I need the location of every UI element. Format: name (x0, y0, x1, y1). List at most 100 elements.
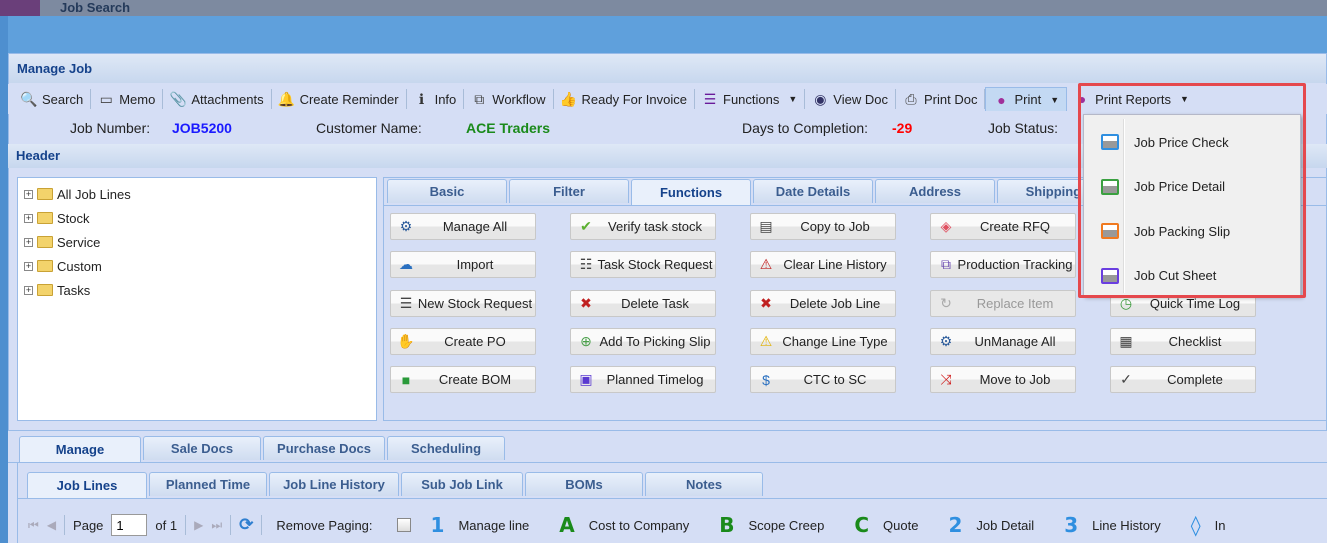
button-label: Checklist (1168, 334, 1222, 349)
legend-label: In (1214, 517, 1226, 533)
print-doc-label: Print Doc (923, 91, 978, 107)
tree-node-custom[interactable]: + Custom (24, 254, 370, 278)
task-stock-request-button[interactable]: ☷ Task Stock Request (570, 251, 716, 278)
highlight-box (1078, 83, 1306, 298)
page-number-input[interactable] (111, 514, 148, 536)
red-x-icon: ✖ (760, 295, 772, 311)
first-page-icon[interactable]: ⏮ (28, 518, 39, 533)
workflow-label: Workflow (492, 91, 546, 107)
delete-task-button[interactable]: ✖ Delete Task (570, 290, 716, 317)
tab-job-lines[interactable]: Job Lines (27, 472, 147, 498)
create-po-button[interactable]: ✋ Create PO (390, 328, 536, 355)
replace-icon: ↻ (940, 295, 952, 311)
workflow-icon: ⧉ (474, 90, 485, 107)
paw-icon: ● (997, 91, 1006, 108)
button-label: Complete (1167, 372, 1223, 387)
create-rfq-button[interactable]: ◈ Create RFQ (930, 213, 1076, 240)
last-page-icon[interactable]: ⏭ (211, 518, 222, 533)
memo-button[interactable]: ▭ Memo (91, 87, 162, 111)
move-to-job-button[interactable]: ⤨ Move to Job (930, 366, 1076, 393)
button-label: Import (456, 257, 494, 272)
tab-address[interactable]: Address (875, 179, 995, 203)
separator (64, 515, 66, 535)
add-to-picking-slip-button[interactable]: ⊕ Add To Picking Slip (570, 328, 716, 355)
tab-manage[interactable]: Manage (19, 436, 141, 462)
tab-filter[interactable]: Filter (509, 179, 629, 203)
tab-functions[interactable]: Functions (631, 179, 751, 205)
tab-date-details[interactable]: Date Details (753, 179, 873, 203)
print-button[interactable]: ● Print ▼ (985, 87, 1068, 111)
create-reminder-button[interactable]: 🔔 Create Reminder (272, 87, 406, 111)
workflow-button[interactable]: ⧉ Workflow (464, 87, 552, 111)
window-title: Manage Job (9, 54, 1326, 83)
cloud-upload-icon: ☁ (399, 256, 413, 272)
search-button[interactable]: 🔍 Search (14, 87, 90, 111)
clear-line-history-button[interactable]: ⚠ Clear Line History (750, 251, 896, 278)
printer-icon: ⎙ (905, 90, 917, 107)
tab-notes[interactable]: Notes (645, 472, 763, 496)
checklist-button[interactable]: ▦ Checklist (1110, 328, 1256, 355)
expand-icon[interactable]: + (24, 189, 33, 199)
separator (230, 515, 232, 535)
tab-sale-docs[interactable]: Sale Docs (143, 436, 261, 460)
button-label: Quick Time Log (1149, 296, 1241, 311)
create-bom-button[interactable]: ■ Create BOM (390, 366, 536, 393)
refresh-icon[interactable]: ⟳ (239, 515, 253, 535)
tab-scheduling[interactable]: Scheduling (387, 436, 505, 460)
replace-item-button[interactable]: ↻ Replace Item (930, 290, 1076, 317)
change-line-type-button[interactable]: ⚠ Change Line Type (750, 328, 896, 355)
tab-purchase-docs[interactable]: Purchase Docs (263, 436, 385, 460)
next-page-icon[interactable]: ▶ (194, 518, 203, 532)
background-window-accent (0, 0, 40, 16)
tree-node-tasks[interactable]: + Tasks (24, 278, 370, 302)
tree-node-service[interactable]: + Service (24, 230, 370, 254)
tree-node-stock[interactable]: + Stock (24, 206, 370, 230)
legend-key: B (719, 513, 735, 537)
tab-boms[interactable]: BOMs (525, 472, 643, 496)
production-tracking-button[interactable]: ⧉ Production Tracking (930, 251, 1076, 278)
expand-icon[interactable]: + (24, 261, 33, 271)
import-button[interactable]: ☁ Import (390, 251, 536, 278)
tab-sub-job-link[interactable]: Sub Job Link (401, 472, 523, 496)
customer-name-label: Customer Name: (316, 120, 422, 136)
tab-job-line-history[interactable]: Job Line History (269, 472, 399, 496)
button-label: Add To Picking Slip (599, 334, 711, 349)
warning-x-icon: ⚠ (759, 256, 773, 272)
expand-icon[interactable]: + (24, 285, 33, 295)
tab-planned-time[interactable]: Planned Time (149, 472, 267, 496)
new-stock-request-button[interactable]: ☰ New Stock Request (390, 290, 536, 317)
tree-node-label: Stock (57, 210, 90, 226)
expand-icon[interactable]: + (24, 213, 33, 223)
unmanage-all-button[interactable]: ⚙ UnManage All (930, 328, 1076, 355)
button-label: Create RFQ (979, 219, 1051, 234)
complete-button[interactable]: ✓ Complete (1110, 366, 1256, 393)
verify-task-stock-button[interactable]: ✔ Verify task stock (570, 213, 716, 240)
ready-for-invoice-button[interactable]: 👍 Ready For Invoice (554, 87, 695, 111)
ctc-icon: $ (762, 371, 770, 388)
tree-node-all-job-lines[interactable]: + All Job Lines (24, 182, 370, 206)
prev-page-icon[interactable]: ◀ (47, 518, 56, 532)
view-doc-label: View Doc (833, 91, 888, 107)
attachments-button[interactable]: 📎 Attachments (163, 87, 270, 111)
memo-label: Memo (119, 91, 156, 107)
legend-label: Line History (1092, 517, 1161, 533)
paperclip-icon: 📎 (169, 90, 188, 107)
remove-paging-checkbox[interactable] (396, 518, 411, 532)
info-label: Info (434, 91, 457, 107)
view-doc-button[interactable]: ◉ View Doc (805, 87, 895, 111)
info-button[interactable]: ℹ Info (407, 87, 464, 111)
ctc-to-sc-button[interactable]: $ CTC to SC (750, 366, 896, 393)
manage-all-button[interactable]: ⚙ Manage All (390, 213, 536, 240)
folder-icon (37, 260, 53, 272)
print-doc-button[interactable]: ⎙ Print Doc (896, 87, 984, 111)
expand-icon[interactable]: + (24, 237, 33, 247)
functions-button[interactable]: ☰ Functions ▼ (695, 87, 804, 111)
planned-timelog-button[interactable]: ▣ Planned Timelog (570, 366, 716, 393)
chevron-down-icon: ▼ (788, 94, 798, 104)
eye-icon: ◉ (814, 90, 827, 107)
tab-basic[interactable]: Basic (387, 179, 507, 203)
delete-job-line-button[interactable]: ✖ Delete Job Line (750, 290, 896, 317)
copy-doc-icon: ▤ (759, 218, 773, 234)
copy-to-job-button[interactable]: ▤ Copy to Job (750, 213, 896, 240)
button-label: Delete Task (621, 296, 689, 311)
